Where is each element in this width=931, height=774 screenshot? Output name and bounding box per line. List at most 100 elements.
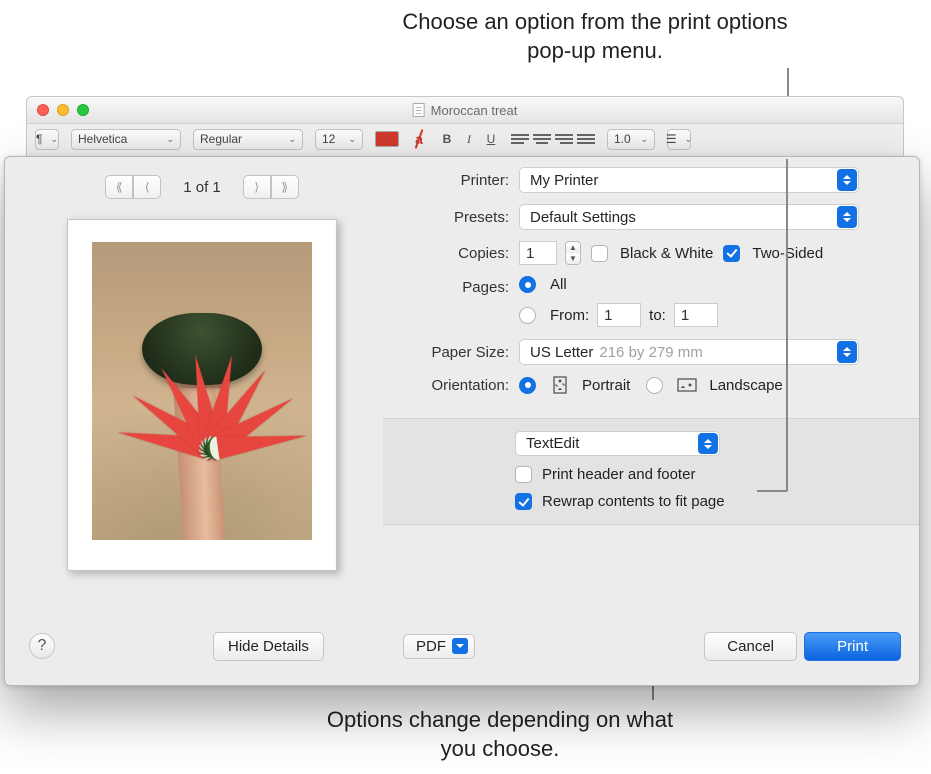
two-sided-option[interactable]: Two-Sided [723,245,823,262]
highlight-letter: a [415,131,423,147]
align-center-button[interactable] [533,132,551,146]
rewrap-option[interactable]: Rewrap contents to fit page [515,493,919,510]
last-page-button[interactable]: ⟫ [271,175,299,199]
presets-value: Default Settings [530,209,636,226]
portrait-icon [550,376,570,394]
font-family-dropdown[interactable]: Helvetica ⌄ [71,129,181,150]
text-color-well[interactable] [375,131,399,147]
paper-size-dimensions: 216 by 279 mm [599,344,702,361]
pages-range-option[interactable]: From: 1 to: 1 [519,303,718,327]
font-style-value: Regular [200,132,242,146]
landscape-icon [677,376,697,394]
pages-from-field[interactable]: 1 [597,303,641,327]
zoom-window-button[interactable] [77,104,89,116]
document-title: Moroccan treat [413,103,518,118]
black-white-checkbox[interactable] [591,245,608,262]
orientation-landscape-option[interactable]: Landscape [646,376,782,394]
pdf-label: PDF [416,638,446,655]
chevron-updown-icon: ⌄ [288,134,296,145]
pages-to-label: to: [649,307,666,324]
orientation-portrait-option[interactable]: Portrait [519,376,630,394]
line-spacing-dropdown[interactable]: 1.0 ⌄ [607,129,655,150]
hide-details-button[interactable]: Hide Details [213,632,324,661]
align-left-button[interactable] [511,132,529,146]
orientation-portrait-label: Portrait [582,377,630,394]
callout-bottom: Options change depending on what you cho… [320,706,680,763]
orientation-landscape-label: Landscape [709,377,782,394]
printer-popup[interactable]: My Printer [519,167,859,193]
chevron-down-icon: ⌄ [50,134,58,145]
chevron-down-icon [452,638,468,654]
paper-size-value: US Letter [530,344,593,361]
paper-size-popup[interactable]: US Letter 216 by 279 mm [519,339,859,365]
prev-page-button[interactable]: ⟨ [133,175,161,199]
paragraph-glyph: ¶ [36,132,42,146]
presets-popup[interactable]: Default Settings [519,204,859,230]
orientation-portrait-radio[interactable] [519,377,536,394]
page-counter: 1 of 1 [183,179,221,196]
chevron-down-icon: ⌄ [685,134,693,145]
orientation-label: Orientation: [383,377,519,394]
copies-field[interactable]: 1 [519,241,557,265]
cancel-button[interactable]: Cancel [704,632,797,661]
header-footer-option[interactable]: Print header and footer [515,466,919,483]
two-sided-checkbox[interactable] [723,245,740,262]
font-size-value: 12 [322,132,335,146]
next-page-button[interactable]: ⟩ [243,175,271,199]
print-options-panel: TextEdit Print header and footer Rewrap … [383,418,919,525]
line-spacing-value: 1.0 [614,132,631,146]
pdf-menu-button[interactable]: PDF [403,634,475,659]
orientation-landscape-radio[interactable] [646,377,663,394]
underline-button[interactable]: U [483,132,499,147]
pages-all-label: All [550,276,567,293]
close-window-button[interactable] [37,104,49,116]
list-icon: ☰ [666,132,677,146]
callout-top: Choose an option from the print options … [380,8,810,65]
first-page-button[interactable]: ⟪ [105,175,133,199]
pages-all-option[interactable]: All [519,276,567,293]
header-footer-checkbox[interactable] [515,466,532,483]
pages-to-field[interactable]: 1 [674,303,718,327]
pages-all-radio[interactable] [519,276,536,293]
alignment-buttons [511,132,595,146]
align-right-button[interactable] [555,132,573,146]
callout-leader-top-h [757,490,787,492]
print-button[interactable]: Print [804,632,901,661]
preview-document-photo [92,242,312,540]
popup-arrows-icon [837,169,857,191]
document-title-text: Moroccan treat [431,103,518,118]
printer-label: Printer: [383,172,519,189]
pages-from-label: From: [550,307,589,324]
print-options-popup[interactable]: TextEdit [515,431,720,456]
black-white-label: Black & White [620,245,713,262]
copies-stepper[interactable]: ▲▼ [565,241,581,265]
chevron-updown-icon: ⌄ [166,134,174,145]
editor-toolbar: ¶ ⌄ Helvetica ⌄ Regular ⌄ 12 ⌄ a B I U [27,124,903,154]
list-style-dropdown[interactable]: ☰ ⌄ [667,129,691,150]
black-white-option[interactable]: Black & White [591,245,713,262]
dialog-footer: ? Hide Details PDF Cancel Print [5,605,919,686]
window-controls [27,104,89,116]
font-family-value: Helvetica [78,132,127,146]
presets-label: Presets: [383,209,519,226]
callout-leader-top-extension [786,159,788,491]
align-justify-button[interactable] [577,132,595,146]
minimize-window-button[interactable] [57,104,69,116]
paper-size-label: Paper Size: [383,344,519,361]
titlebar: Moroccan treat [27,97,903,124]
help-button[interactable]: ? [29,633,55,659]
italic-button[interactable]: I [461,132,477,147]
chevron-down-icon: ⌄ [348,134,356,145]
paragraph-style-dropdown[interactable]: ¶ ⌄ [35,129,59,150]
chevron-updown-icon: ⌄ [640,134,648,145]
header-footer-label: Print header and footer [542,466,695,483]
text-format-buttons: B I U [439,132,499,147]
rewrap-checkbox[interactable] [515,493,532,510]
font-style-dropdown[interactable]: Regular ⌄ [193,129,303,150]
pages-from-radio[interactable] [519,307,536,324]
highlight-color-button[interactable]: a [411,130,427,148]
copies-label: Copies: [383,245,519,262]
document-icon [413,103,425,117]
bold-button[interactable]: B [439,132,455,147]
font-size-dropdown[interactable]: 12 ⌄ [315,129,363,150]
